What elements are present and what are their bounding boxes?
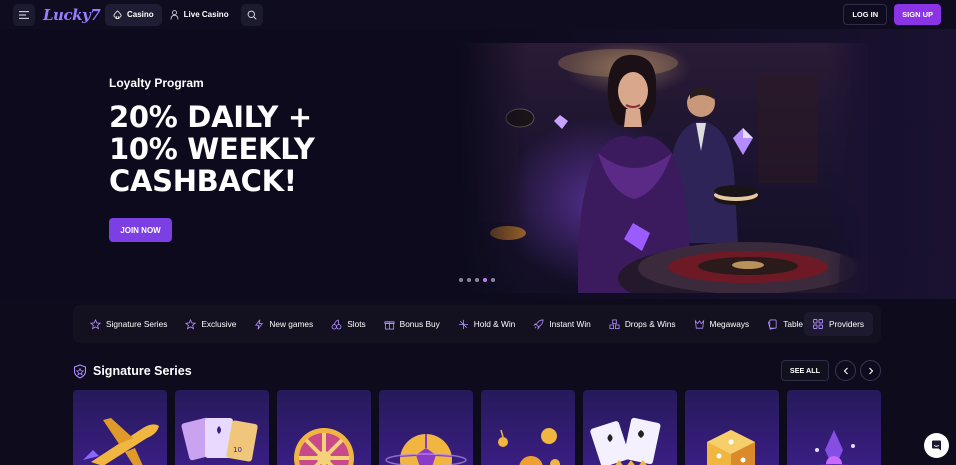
game-card[interactable] (277, 390, 371, 465)
category-label: Exclusive (201, 319, 237, 329)
lightning-icon (255, 318, 264, 330)
chat-icon (932, 440, 941, 451)
football-icon (385, 434, 467, 465)
hamburger-icon (19, 10, 29, 19)
hero-headline-line-3: CASHBACK! (109, 164, 297, 198)
signup-button[interactable]: SIGN UP (894, 4, 941, 25)
category-label: Instant Win (549, 319, 591, 329)
bomb-icon (498, 428, 560, 465)
svg-text:10: 10 (233, 446, 242, 454)
category-megaways[interactable]: Megaways (694, 318, 750, 330)
game-card[interactable] (379, 390, 473, 465)
providers-grid-icon (813, 319, 823, 329)
gift-icon (384, 320, 395, 329)
category-label: New games (269, 319, 314, 329)
cherry-icon (331, 319, 342, 329)
login-button[interactable]: LOG IN (843, 4, 888, 25)
join-now-button[interactable]: JOIN NOW (109, 218, 172, 242)
tab-casino-label: Casino (127, 10, 154, 19)
grid-icon (458, 319, 468, 329)
blocks-icon (609, 319, 620, 329)
dice-icon (707, 430, 755, 465)
crown-icon (694, 318, 704, 329)
category-label: Signature Series (106, 319, 168, 329)
card-deck-icon (590, 417, 661, 465)
category-signature-series[interactable]: Signature Series (90, 318, 168, 330)
carousel-dot[interactable] (491, 278, 495, 282)
search-icon (247, 10, 257, 20)
wheel-icon (294, 428, 354, 465)
carousel-dot-active[interactable] (483, 278, 487, 282)
category-exclusive[interactable]: Exclusive (185, 318, 237, 330)
game-card[interactable] (481, 390, 575, 465)
game-card[interactable] (583, 390, 677, 465)
hero-headline-line-1: 20% DAILY + (109, 100, 312, 134)
providers-label: Providers (828, 319, 864, 329)
game-cards-row: 10 (73, 390, 881, 465)
tab-live-casino-label: Live Casino (183, 10, 229, 19)
chat-button[interactable] (924, 433, 949, 458)
category-slots[interactable]: Slots (331, 319, 366, 330)
plane-icon (83, 418, 159, 465)
providers-button[interactable]: Providers (803, 312, 873, 336)
category-instant-win[interactable]: Instant Win (533, 319, 591, 330)
menu-button[interactable] (13, 3, 35, 26)
game-card[interactable] (685, 390, 779, 465)
see-all-button[interactable]: SEE ALL (780, 360, 829, 381)
signature-series-header: Signature Series SEE ALL (73, 360, 881, 382)
game-card[interactable]: 10 (175, 390, 269, 465)
shield-icon (73, 363, 87, 379)
site-logo[interactable]: Lucky7 (43, 6, 101, 24)
crystal-icon (815, 430, 855, 465)
carousel-dots (459, 278, 495, 282)
category-new-games[interactable]: New games (254, 318, 314, 330)
carousel-dot[interactable] (475, 278, 479, 282)
game-card[interactable] (787, 390, 881, 465)
hero-image-fade-left (458, 43, 528, 293)
carousel-dot[interactable] (467, 278, 471, 282)
category-label: Drops & Wins (624, 319, 676, 329)
category-hold-and-win[interactable]: Hold & Win (458, 319, 516, 330)
search-button[interactable] (240, 3, 263, 26)
tab-casino[interactable]: Casino (105, 3, 162, 26)
carousel-dot[interactable] (459, 278, 463, 282)
top-header: Lucky7 Casino Live Casino LOG IN SIGN UP (0, 0, 956, 29)
cards-icon (768, 319, 777, 330)
hero-banner: Loyalty Program 20% DAILY + 10% WEEKLY C… (0, 29, 956, 299)
hero-headline: 20% DAILY + 10% WEEKLY CASHBACK! (109, 101, 315, 197)
category-bonus-buy[interactable]: Bonus Buy (384, 319, 440, 330)
playing-cards-icon: 10 (181, 417, 258, 462)
rocket-icon (533, 319, 544, 330)
section-title: Signature Series (93, 364, 192, 378)
carousel-next-button[interactable] (860, 360, 881, 381)
game-card[interactable] (73, 390, 167, 465)
category-label: Hold & Win (473, 319, 516, 329)
chevron-right-icon (868, 367, 873, 374)
category-label: Bonus Buy (399, 319, 440, 329)
tab-live-casino[interactable]: Live Casino (162, 4, 237, 26)
chevron-left-icon (843, 367, 848, 374)
hero-label: Loyalty Program (109, 76, 204, 90)
category-label: Megaways (709, 319, 750, 329)
carousel-prev-button[interactable] (835, 360, 856, 381)
category-bar: Signature Series Exclusive New games Slo… (73, 305, 881, 343)
dealer-icon (170, 9, 179, 20)
star-icon (90, 318, 101, 329)
category-label: Slots (347, 319, 366, 329)
hero-image (458, 43, 868, 293)
hero-headline-line-2: 10% WEEKLY (109, 132, 315, 166)
star-icon (185, 318, 197, 329)
spade-icon (113, 10, 122, 19)
hero-image-fade-right (828, 43, 868, 293)
category-drops-and-wins[interactable]: Drops & Wins (609, 319, 676, 330)
